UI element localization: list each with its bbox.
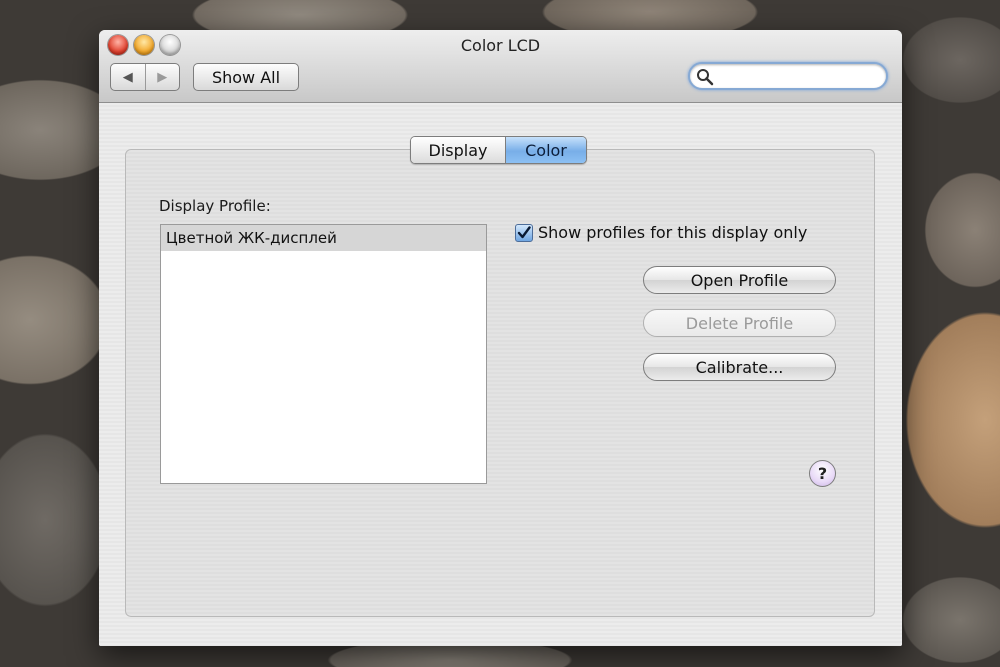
show-profiles-checkbox-row[interactable]: Show profiles for this display only [515, 223, 807, 242]
tab-bar: Display Color [410, 136, 587, 164]
color-settings-box: Display Profile: Цветной ЖК-дисплей Show… [125, 149, 875, 617]
search-input[interactable] [718, 67, 882, 87]
back-forward-control: ◀ ▶ [110, 63, 180, 91]
show-profiles-checkbox[interactable] [515, 223, 533, 242]
checkmark-icon [517, 225, 531, 238]
tab-display[interactable]: Display [411, 137, 506, 163]
open-profile-button[interactable]: Open Profile [643, 266, 836, 294]
delete-profile-button[interactable]: Delete Profile [643, 309, 836, 337]
forward-arrow-icon[interactable]: ▶ [144, 64, 180, 90]
help-icon[interactable]: ? [809, 460, 836, 487]
list-item[interactable]: Цветной ЖК-дисплей [161, 225, 486, 251]
pane-content: Display Profile: Цветной ЖК-дисплей Show… [99, 103, 902, 646]
display-profile-label: Display Profile: [159, 197, 271, 215]
profile-list[interactable]: Цветной ЖК-дисплей [160, 224, 487, 484]
calibrate-button[interactable]: Calibrate... [643, 353, 836, 381]
back-arrow-icon[interactable]: ◀ [111, 64, 145, 90]
search-field[interactable] [688, 62, 888, 90]
show-all-button[interactable]: Show All [193, 63, 299, 91]
show-profiles-label: Show profiles for this display only [538, 223, 808, 242]
window-title: Color LCD [460, 36, 541, 55]
preferences-window: Color LCD ◀ ▶ Show All Display Profile: … [99, 30, 902, 646]
tab-color[interactable]: Color [506, 137, 586, 163]
title-bar[interactable]: Color LCD ◀ ▶ Show All [99, 30, 902, 103]
search-icon [697, 69, 714, 86]
